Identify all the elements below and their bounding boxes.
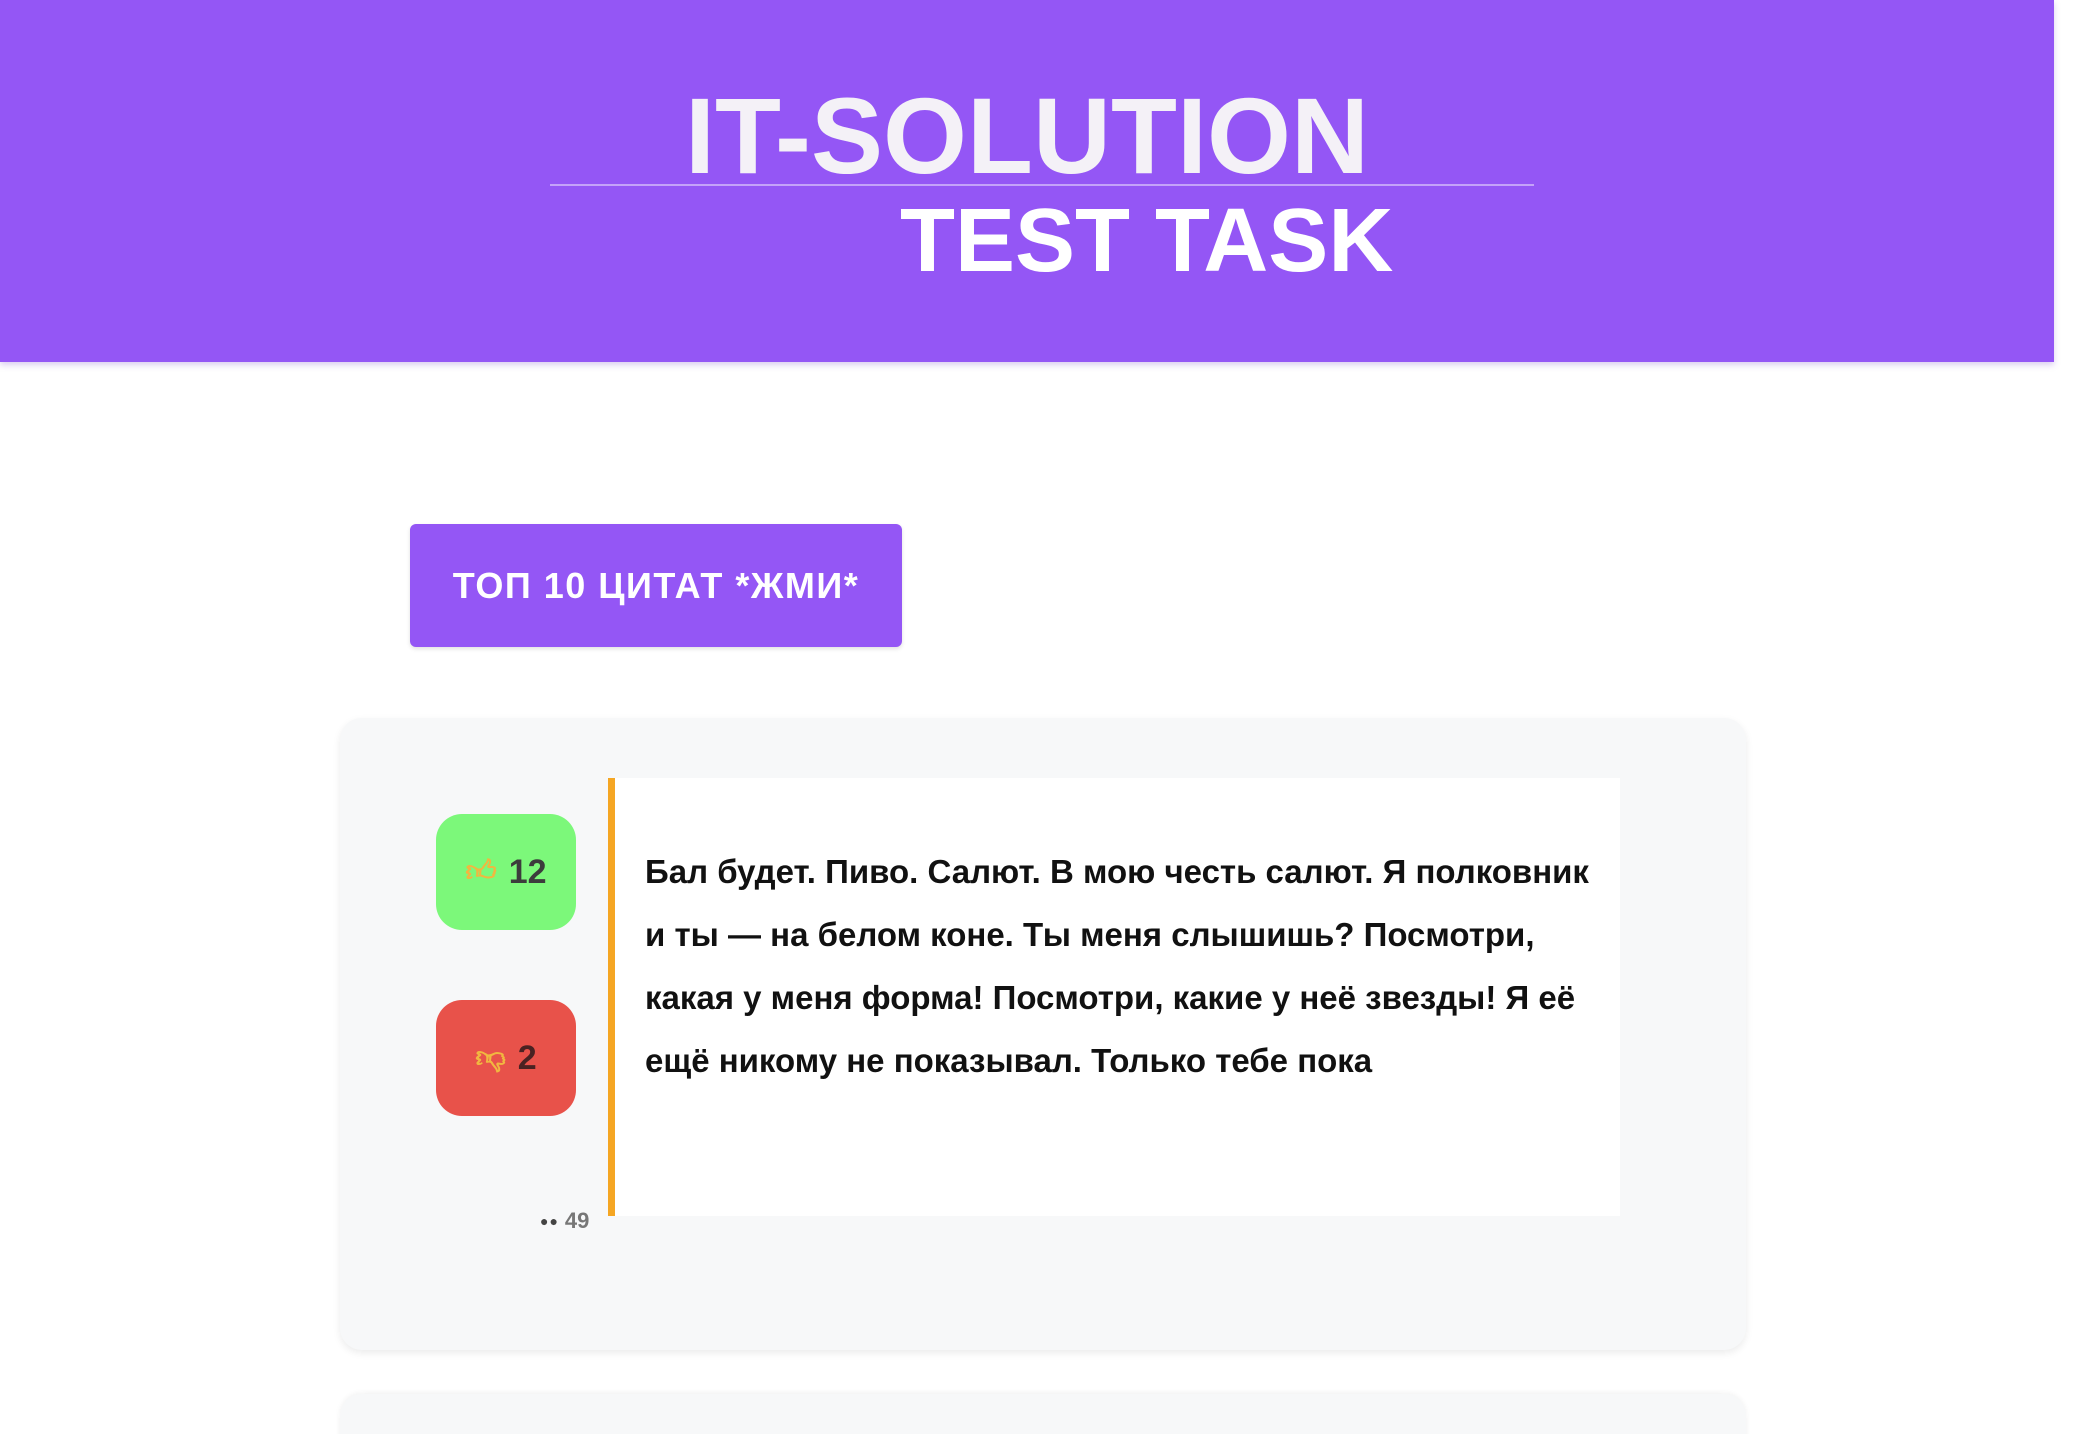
views-count: 49: [564, 1208, 590, 1233]
like-count: 12: [508, 852, 547, 891]
top-10-quotes-button[interactable]: ТОП 10 ЦИТАТ *ЖМИ*: [410, 524, 902, 647]
dislike-button[interactable]: 👎︎ 2: [436, 1000, 576, 1116]
thumbs-up-icon: 👍︎: [465, 855, 497, 888]
dislike-count: 2: [517, 1038, 537, 1077]
site-title: IT-SOLUTION: [685, 75, 1369, 196]
quote-text: Бал будет. Пиво. Салют. В мою честь салю…: [645, 853, 1589, 1079]
quote-box: Бал будет. Пиво. Салют. В мою честь салю…: [608, 778, 1620, 1216]
thumbs-down-icon: 👎︎: [475, 1041, 506, 1074]
header-divider: [550, 184, 1534, 186]
like-button[interactable]: 👍︎ 12: [436, 814, 576, 930]
page: IT-SOLUTION TEST TASK ТОП 10 ЦИТАТ *ЖМИ*…: [0, 0, 2080, 1434]
site-subtitle: TEST TASK: [900, 191, 1394, 291]
quote-card: 👍︎ 12 👎︎ 2 ●● 49 Бал будет. Пиво. Салют.…: [340, 718, 1746, 1350]
views-counter: ●● 49: [540, 1208, 589, 1234]
quote-card-next: [340, 1394, 1746, 1434]
eyes-icon: ●●: [540, 1213, 559, 1229]
site-header: IT-SOLUTION TEST TASK: [0, 0, 2054, 362]
